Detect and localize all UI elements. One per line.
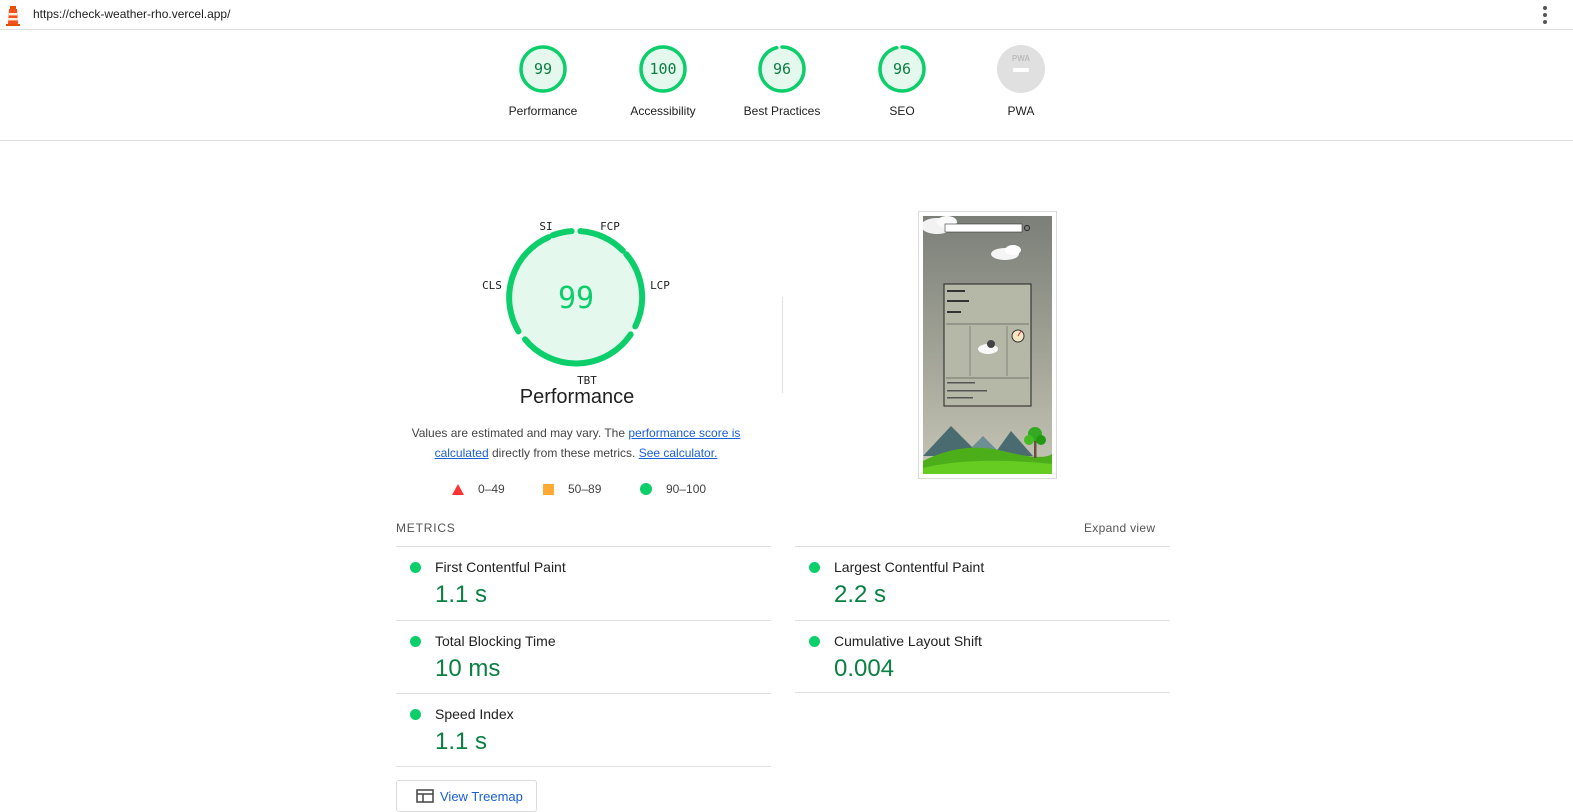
gauge-value: 96 [773,60,791,78]
final-screenshot[interactable] [918,211,1057,479]
gauge-ring: 99 [519,45,567,93]
gauge-value: 100 [649,60,676,78]
desc-mid: directly from these metrics. [488,446,639,460]
pass-circle-icon [410,709,421,720]
metric-value: 10 ms [435,655,501,682]
section-divider [782,297,783,393]
metrics-heading: METRICS [396,521,456,535]
gauge-pwa[interactable]: PWA PWA [966,44,1076,118]
legend-average: 50–89 [543,482,601,496]
metric-total-blocking-time: Total Blocking Time 10 ms [396,620,771,694]
pass-circle-icon [809,562,820,573]
view-treemap-button[interactable]: View Treemap [396,780,537,812]
metric-cumulative-layout-shift: Cumulative Layout Shift 0.004 [795,620,1170,694]
lighthouse-icon [6,6,20,26]
fcp-label: FCP [600,220,620,233]
fail-triangle-icon [452,483,464,495]
legend-pass: 90–100 [640,482,706,496]
metric-speed-index: Speed Index 1.1 s [396,693,771,767]
expand-view-toggle[interactable]: Expand view [1084,521,1155,535]
metric-value: 2.2 s [834,581,887,608]
performance-title: Performance [519,386,635,408]
metric-name: Speed Index [435,706,514,722]
metrics-divider [396,766,771,767]
gauge-seo[interactable]: 96 SEO [847,44,957,118]
legend-range: 0–49 [478,482,505,496]
score-gauges: 99 Performance 100 Accessibility 96 Best… [0,30,1573,141]
performance-gauge: 99 SI FCP LCP TBT CLS [482,220,670,387]
metric-name: Total Blocking Time [435,633,556,649]
metric-value: 1.1 s [435,728,488,755]
metrics-divider [795,692,1170,693]
legend-range: 90–100 [666,482,707,496]
lcp-label: LCP [650,279,670,292]
performance-description: Values are estimated and may vary. The p… [400,423,752,463]
cls-label: CLS [482,279,502,292]
see-calculator-link[interactable]: See calculator. [639,446,718,460]
gauge-value: 99 [534,60,552,78]
pass-circle-icon [410,562,421,573]
more-options-icon[interactable] [1541,6,1549,24]
gauge-label: PWA [1007,104,1035,118]
treemap-icon [416,789,434,803]
gauge-value: 96 [893,60,911,78]
legend-fail: 0–49 [452,482,505,496]
metric-value: 1.1 s [435,581,488,608]
legend-range: 50–89 [568,482,602,496]
gauge-label: Best Practices [743,104,821,118]
metric-largest-contentful-paint: Largest Contentful Paint 2.2 s [795,546,1170,620]
screenshot-image [923,216,1052,474]
gauge-ring: 96 [758,45,806,93]
metric-value: 0.004 [834,655,895,682]
average-square-icon [543,483,554,495]
metric-first-contentful-paint: First Contentful Paint 1.1 s [396,546,771,620]
pass-circle-icon [410,636,421,647]
url-bar: https://check-weather-rho.vercel.app/ [0,0,1573,30]
gauge-label: SEO [889,104,915,118]
metric-name: Cumulative Layout Shift [834,633,982,649]
gauge-ring: 96 [878,45,926,93]
metric-name: Largest Contentful Paint [834,559,985,575]
pwa-badge-text: PWA [1012,54,1030,63]
pwa-badge-icon: PWA [997,45,1045,93]
gauge-ring: 100 [639,45,687,93]
gauge-performance[interactable]: 99 Performance [488,44,598,118]
performance-score: 99 [558,281,594,316]
si-label: SI [539,220,552,233]
pass-circle-icon [809,636,820,647]
pass-circle-icon [640,483,652,495]
gauge-label: Accessibility [630,104,696,118]
gauge-accessibility[interactable]: 100 Accessibility [608,44,718,118]
metric-name: First Contentful Paint [435,559,566,575]
gauge-best-practices[interactable]: 96 Best Practices [727,44,837,118]
view-treemap-label: View Treemap [440,788,523,804]
desc-prefix: Values are estimated and may vary. The [411,426,629,440]
page-url[interactable]: https://check-weather-rho.vercel.app/ [33,7,230,21]
gauge-label: Performance [508,104,578,118]
